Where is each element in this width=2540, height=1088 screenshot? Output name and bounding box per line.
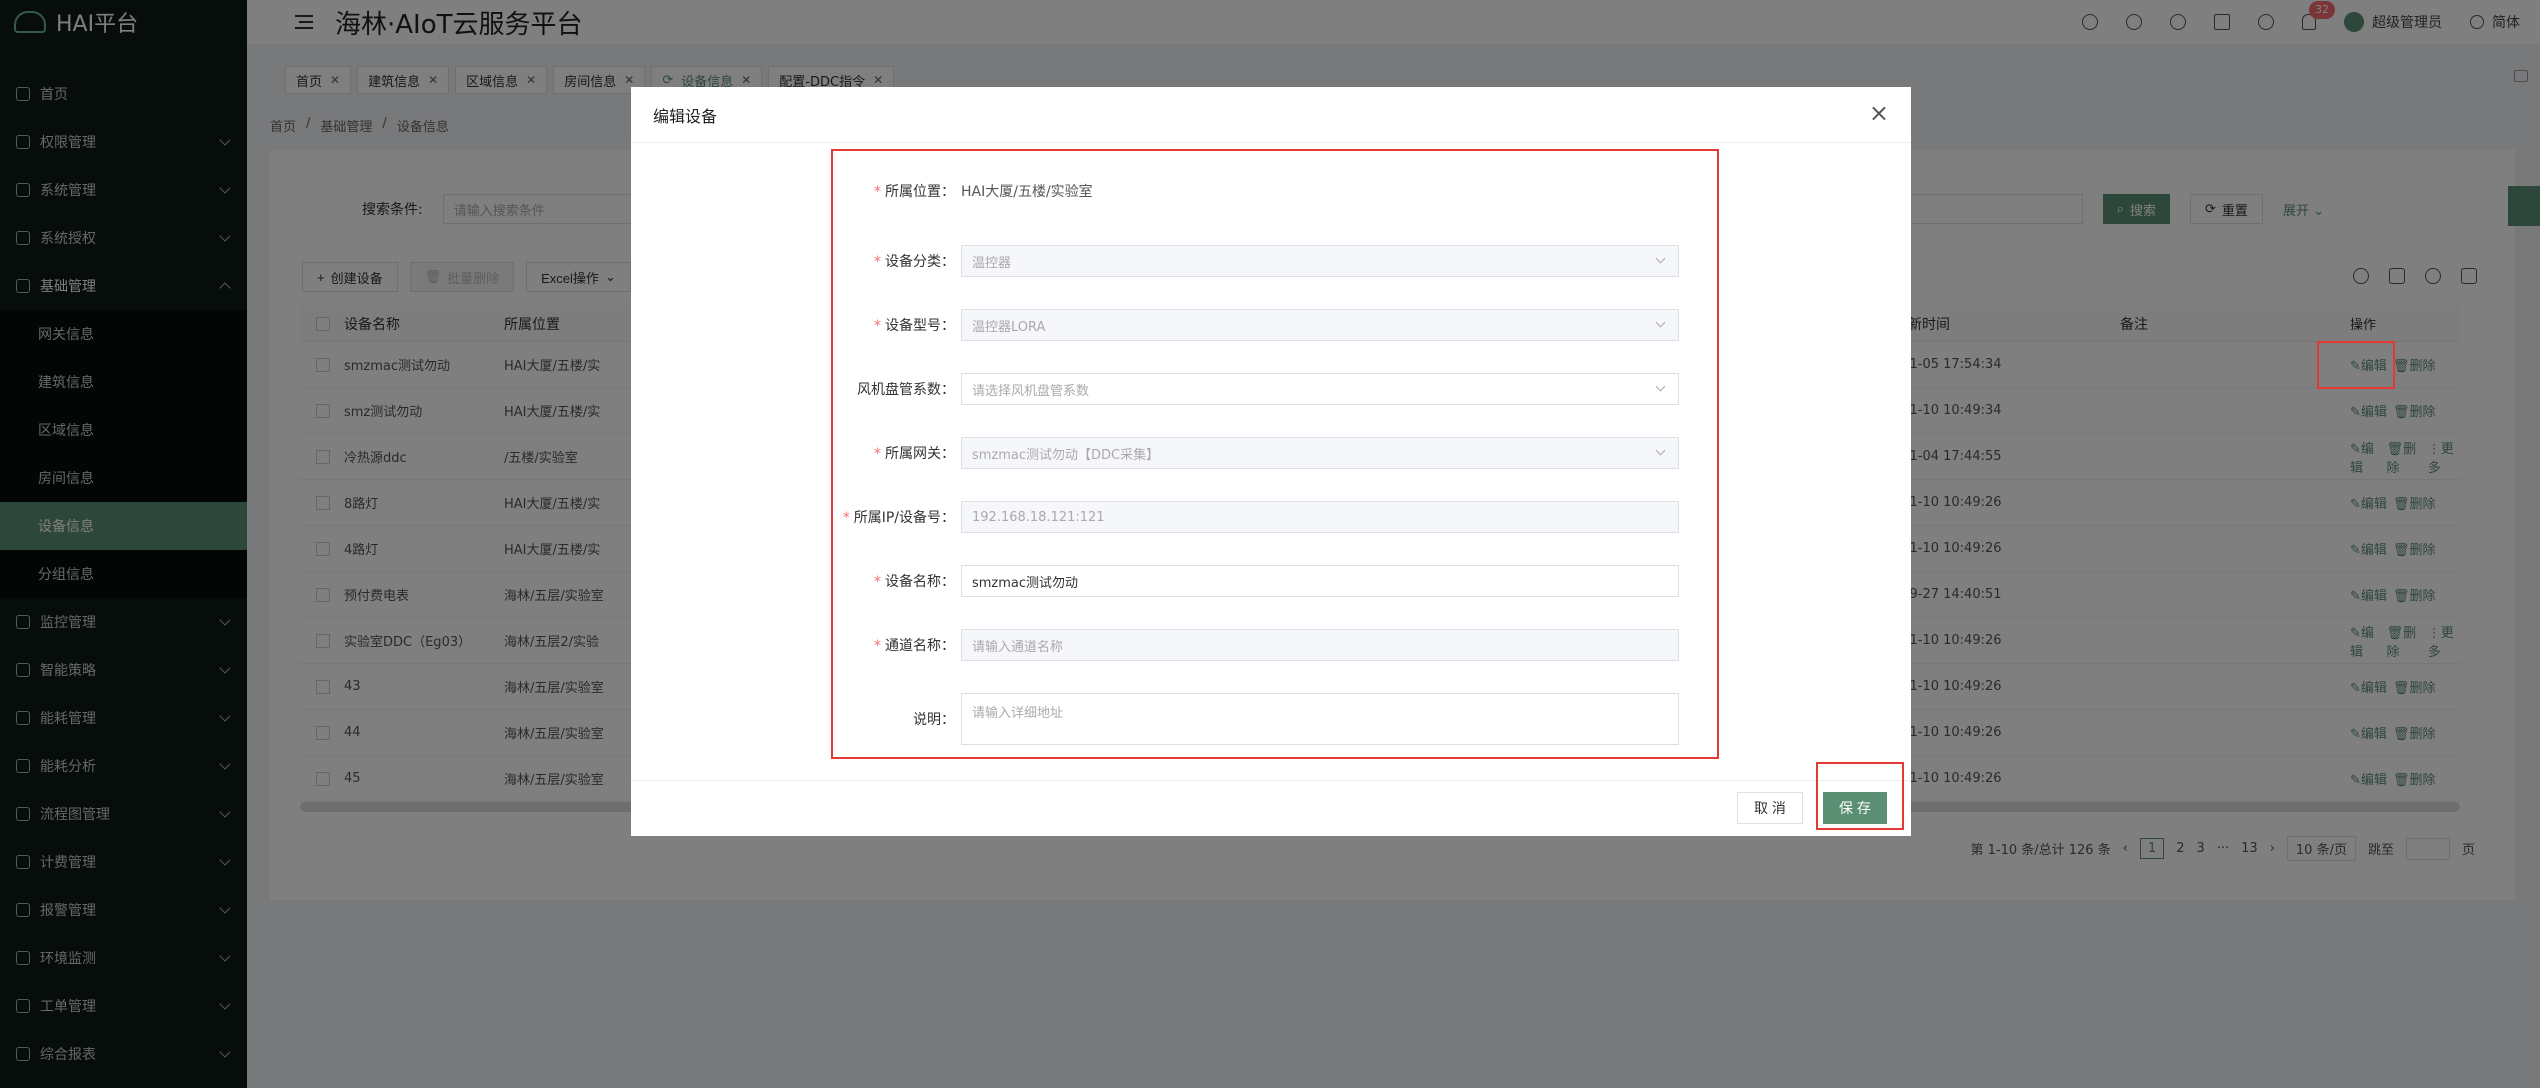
form-label: * 所属IP/设备号： [842,510,955,526]
text-field[interactable]: smzmac测试勿动 [961,565,1679,597]
modal-title: 编辑设备 [653,106,718,126]
form-row: * 通道名称： 请输入通道名称 [833,629,1721,661]
chevron-down-icon [1655,381,1666,392]
chevron-down-icon [1655,253,1666,264]
select-field[interactable]: 请选择风机盘管系数 [961,373,1679,405]
modal-footer: 取 消 保 存 [631,780,1911,836]
form-label: 风机盘管系数： [857,382,955,398]
chevron-down-icon [1655,317,1666,328]
form-label: * 设备分类： [874,254,955,270]
required-mark: * [874,254,881,270]
form-label: * 设备型号： [874,318,955,334]
form-row: 说明： 请输入详细地址 [833,693,1721,745]
form-row: * 所属IP/设备号： 192.168.18.121:121 [833,501,1721,533]
required-mark: * [874,184,881,200]
required-mark: * [874,446,881,462]
form-label: * 设备名称： [874,574,955,590]
text-field: 请输入通道名称 [961,629,1679,661]
required-mark: * [874,638,881,654]
form-row: * 所属网关： smzmac测试勿动【DDC采集】 [833,437,1721,469]
form-row: * 所属位置： HAI大厦/五楼/实验室 [833,181,1721,201]
form-row: 风机盘管系数： 请选择风机盘管系数 [833,373,1721,405]
highlight-save-frame [1816,762,1904,830]
form-label: * 通道名称： [874,638,955,654]
location-value: HAI大厦/五楼/实验室 [961,184,1093,200]
required-mark: * [842,510,850,526]
edit-device-form: * 所属位置： HAI大厦/五楼/实验室 * 设备分类： 温控器 * 设备型号： 温控器LORA… [831,149,1719,759]
required-mark: * [874,574,881,590]
select-field: 温控器LORA [961,309,1679,341]
highlight-edit-frame [2317,341,2395,389]
form-label: * 所属位置： [874,184,955,200]
form-label: 说明： [913,712,955,728]
required-mark: * [874,318,881,334]
form-row: * 设备型号： 温控器LORA [833,309,1721,341]
description-textarea[interactable]: 请输入详细地址 [961,693,1679,745]
close-icon[interactable]: × [1869,101,1889,125]
cancel-button[interactable]: 取 消 [1737,792,1803,824]
form-row: * 设备名称： smzmac测试勿动 [833,565,1721,597]
modal-header: 编辑设备 × [631,87,1911,143]
select-field: 温控器 [961,245,1679,277]
select-field: smzmac测试勿动【DDC采集】 [961,437,1679,469]
form-row: * 设备分类： 温控器 [833,245,1721,277]
edit-device-modal: 编辑设备 × * 所属位置： HAI大厦/五楼/实验室 * 设备分类： 温控器 * 设备型号：… [631,87,1911,836]
form-label: * 所属网关： [874,446,955,462]
chevron-down-icon [1655,445,1666,456]
text-field: 192.168.18.121:121 [961,501,1679,533]
